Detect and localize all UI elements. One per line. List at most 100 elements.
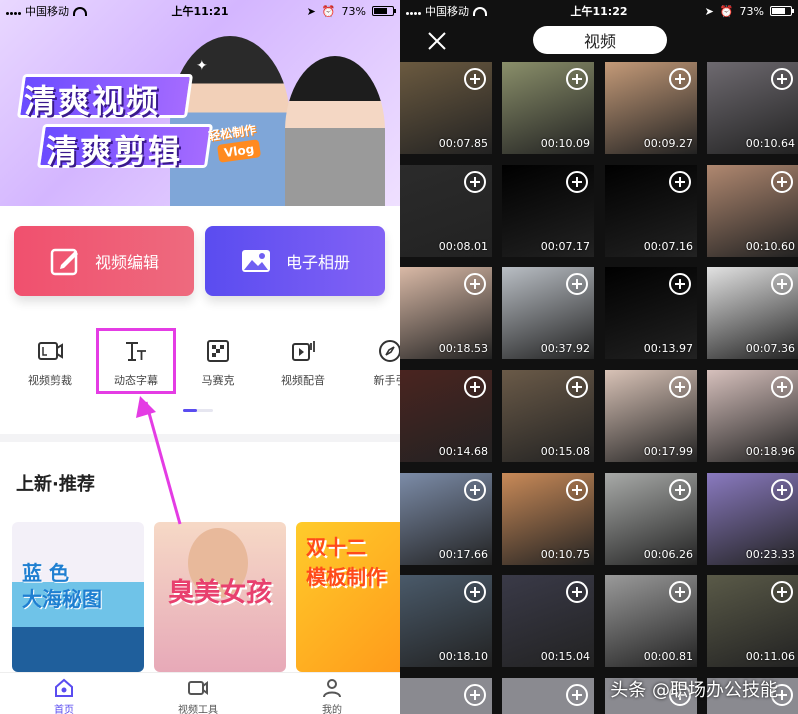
- tool-label: 视频剪裁: [28, 374, 72, 387]
- video-thumbnail[interactable]: 00:10.60: [707, 165, 798, 257]
- battery-percent: 73%: [739, 4, 764, 18]
- add-icon[interactable]: [464, 479, 486, 501]
- add-icon[interactable]: [464, 376, 486, 398]
- video-thumbnail[interactable]: 00:06.26: [605, 473, 697, 565]
- video-edit-label: 视频编辑: [94, 253, 159, 272]
- video-duration: 00:10.75: [540, 548, 590, 561]
- media-type-title[interactable]: 视频: [533, 26, 667, 54]
- video-thumbnail[interactable]: 00:00.81: [605, 575, 697, 667]
- video-duration: 00:18.10: [438, 650, 488, 663]
- video-duration: 00:07.36: [745, 342, 795, 355]
- add-icon[interactable]: [464, 581, 486, 603]
- add-icon[interactable]: [771, 376, 793, 398]
- wifi-icon: [73, 6, 87, 16]
- battery-icon: [372, 6, 396, 16]
- add-icon[interactable]: [566, 68, 588, 90]
- add-icon[interactable]: [669, 273, 691, 295]
- video-thumbnail[interactable]: 00:23.33: [707, 473, 798, 565]
- video-thumbnail[interactable]: 00:10.09: [502, 62, 594, 154]
- video-duration: 00:15.08: [540, 445, 590, 458]
- add-icon[interactable]: [669, 68, 691, 90]
- tool-video-dubbing[interactable]: 视频配音: [263, 332, 343, 388]
- video-duration: 00:23.33: [745, 548, 795, 561]
- add-icon[interactable]: [771, 68, 793, 90]
- add-icon[interactable]: [464, 273, 486, 295]
- video-thumbnail[interactable]: 00:14.68: [400, 370, 492, 462]
- video-duration: 00:37.92: [540, 342, 590, 355]
- video-thumbnail[interactable]: 00:08.01: [400, 165, 492, 257]
- add-icon[interactable]: [464, 684, 486, 706]
- add-icon[interactable]: [771, 171, 793, 193]
- add-icon[interactable]: [771, 581, 793, 603]
- highlight-box: [96, 328, 176, 394]
- photo-album-label: 电子相册: [285, 253, 350, 272]
- tool-label: 马赛克: [201, 374, 235, 387]
- video-duration: 00:10.60: [745, 240, 795, 253]
- video-thumbnail[interactable]: 00:18.53: [400, 267, 492, 359]
- promo-banner[interactable]: 清爽视频 清爽剪辑 轻松制作 Vlog ✦ ✦: [0, 0, 400, 206]
- tool-beginner-guide[interactable]: 新手引: [350, 332, 400, 388]
- add-icon[interactable]: [464, 171, 486, 193]
- tool-label: 视频配音: [281, 374, 325, 387]
- add-icon[interactable]: [669, 376, 691, 398]
- sparkle-icon: ✦: [196, 58, 208, 74]
- video-thumbnail[interactable]: 00:18.10: [400, 575, 492, 667]
- video-thumbnail[interactable]: 00:09.27: [605, 62, 697, 154]
- video-thumbnail[interactable]: 00:10.75: [502, 473, 594, 565]
- video-thumbnail[interactable]: 00:15.04: [502, 575, 594, 667]
- add-icon[interactable]: [566, 273, 588, 295]
- template-card[interactable]: 双十二 模板制作: [296, 522, 400, 672]
- user-icon: [323, 679, 341, 698]
- video-thumbnail[interactable]: 00:17.66: [400, 473, 492, 565]
- add-icon[interactable]: [566, 376, 588, 398]
- tool-row: 视频剪裁 动态字幕 马赛克 视频配音 新手引: [0, 332, 400, 398]
- video-thumbnail[interactable]: 00:15.08: [502, 370, 594, 462]
- nav-home[interactable]: 首页: [24, 677, 104, 714]
- video-thumbnail[interactable]: 00:07.17: [502, 165, 594, 257]
- video-thumbnail[interactable]: 00:07.16: [605, 165, 697, 257]
- picker-header: 视频: [400, 22, 798, 60]
- video-thumbnail[interactable]: 00:11.06: [707, 575, 798, 667]
- video-thumbnail[interactable]: 00:10.64: [707, 62, 798, 154]
- tool-video-crop[interactable]: 视频剪裁: [10, 332, 90, 388]
- carrier-name: 中国移动: [25, 5, 69, 18]
- add-icon[interactable]: [566, 479, 588, 501]
- video-thumbnail[interactable]: 00:07.36: [707, 267, 798, 359]
- video-edit-button[interactable]: 视频编辑: [14, 226, 194, 296]
- template-card[interactable]: 蓝 色 大海秘图: [12, 522, 144, 672]
- add-icon[interactable]: [771, 479, 793, 501]
- add-icon[interactable]: [566, 684, 588, 706]
- close-icon[interactable]: [426, 30, 448, 52]
- bottom-nav: 首页 视频工具 我的: [0, 672, 400, 714]
- video-thumbnail[interactable]: 00:13.97: [605, 267, 697, 359]
- left-screen: 清爽视频 清爽剪辑 轻松制作 Vlog ✦ ✦ 中国移动 上午11:21 ➤ ⏰…: [0, 0, 400, 714]
- add-icon[interactable]: [771, 273, 793, 295]
- video-thumbnail[interactable]: 00:17.99: [605, 370, 697, 462]
- template-card[interactable]: 臭美女孩: [154, 522, 286, 672]
- add-icon[interactable]: [566, 581, 588, 603]
- add-icon[interactable]: [669, 581, 691, 603]
- nav-label: 我的: [322, 705, 342, 714]
- video-thumbnail[interactable]: [400, 678, 492, 714]
- add-icon[interactable]: [566, 171, 588, 193]
- video-duration: 00:09.27: [643, 137, 693, 150]
- page-indicator: [183, 409, 213, 412]
- section-divider: [0, 434, 400, 442]
- carrier-name: 中国移动: [425, 5, 469, 18]
- nav-me[interactable]: 我的: [292, 677, 372, 714]
- add-icon[interactable]: [669, 479, 691, 501]
- card-title: 双十二 模板制作: [306, 535, 386, 589]
- add-icon[interactable]: [464, 68, 486, 90]
- video-camera-icon: [188, 681, 208, 695]
- video-thumbnail[interactable]: [502, 678, 594, 714]
- nav-video-tools[interactable]: 视频工具: [158, 677, 238, 714]
- status-bar: 中国移动 上午11:21 ➤ ⏰ 73%: [0, 0, 400, 22]
- video-duration: 00:07.17: [540, 240, 590, 253]
- video-thumbnail[interactable]: 00:07.85: [400, 62, 492, 154]
- tool-mosaic[interactable]: 马赛克: [178, 332, 258, 388]
- video-thumbnail[interactable]: 00:37.92: [502, 267, 594, 359]
- add-icon[interactable]: [669, 171, 691, 193]
- video-duration: 00:00.81: [643, 650, 693, 663]
- photo-album-button[interactable]: 电子相册: [205, 226, 385, 296]
- video-thumbnail[interactable]: 00:18.96: [707, 370, 798, 462]
